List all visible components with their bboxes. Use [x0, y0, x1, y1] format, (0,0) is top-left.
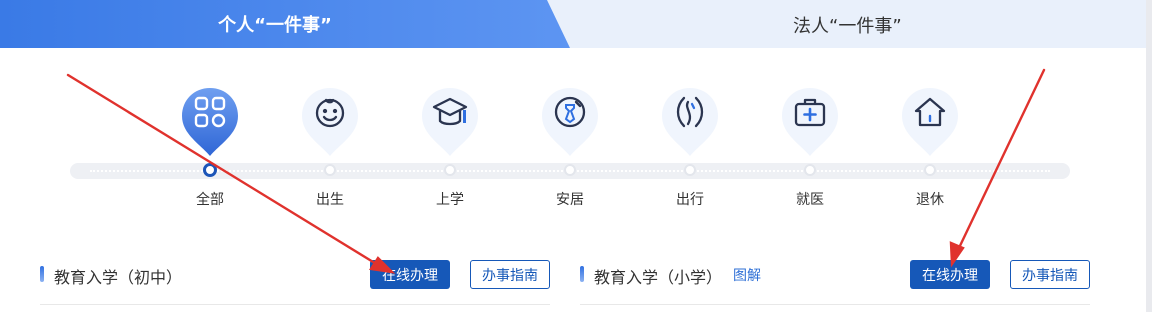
timeline-dot: [324, 164, 336, 176]
road-icon: [676, 96, 704, 128]
timeline-dot: [924, 164, 936, 176]
annotation-arrow-right-line: [956, 68, 1046, 252]
category-label: 退休: [916, 192, 944, 208]
scrollbar-track[interactable]: [1146, 0, 1152, 312]
timeline-dot: [203, 163, 217, 177]
service-guide-button[interactable]: 办事指南: [1010, 260, 1090, 289]
row-divider: [40, 304, 550, 305]
service-guide-button[interactable]: 办事指南: [470, 260, 550, 289]
category-pin: [300, 86, 360, 158]
service-title: 教育入学（小学）: [594, 268, 723, 287]
category-pin: [900, 86, 960, 158]
tab-legal-label: 法人“一件事”: [793, 16, 902, 37]
category-label: 上学: [436, 192, 464, 208]
house-deed-icon: [554, 96, 586, 128]
graduation-cap-icon: [432, 97, 468, 126]
category-pin: [660, 86, 720, 158]
category-label: 全部: [196, 192, 224, 208]
tab-personal-label: 个人“一件事”: [218, 15, 332, 36]
timeline-dot: [804, 164, 816, 176]
timeline-dot: [684, 164, 696, 176]
online-apply-button[interactable]: 在线办理: [370, 260, 450, 289]
service-title: 教育入学（初中）: [54, 268, 183, 287]
service-title-marker: [580, 266, 584, 282]
category-label: 出行: [676, 192, 704, 208]
category-label: 就医: [796, 192, 824, 208]
service-title-marker: [40, 266, 44, 282]
category-pin: [180, 86, 240, 158]
category-pin: [540, 86, 600, 158]
grid-icon: [194, 96, 226, 128]
category-label: 安居: [556, 192, 584, 208]
category-pin: [420, 86, 480, 158]
online-apply-button[interactable]: 在线办理: [910, 260, 990, 289]
timeline-dot: [564, 164, 576, 176]
medical-kit-icon: [794, 98, 826, 127]
diagram-link[interactable]: 图解: [733, 265, 761, 285]
category-pin: [780, 86, 840, 158]
home-icon: [914, 97, 946, 127]
category-label: 出生: [316, 192, 344, 208]
timeline-dot: [444, 164, 456, 176]
row-divider: [580, 304, 1090, 305]
tab-personal[interactable]: 个人“一件事”: [0, 0, 570, 48]
baby-face-icon: [315, 98, 345, 128]
